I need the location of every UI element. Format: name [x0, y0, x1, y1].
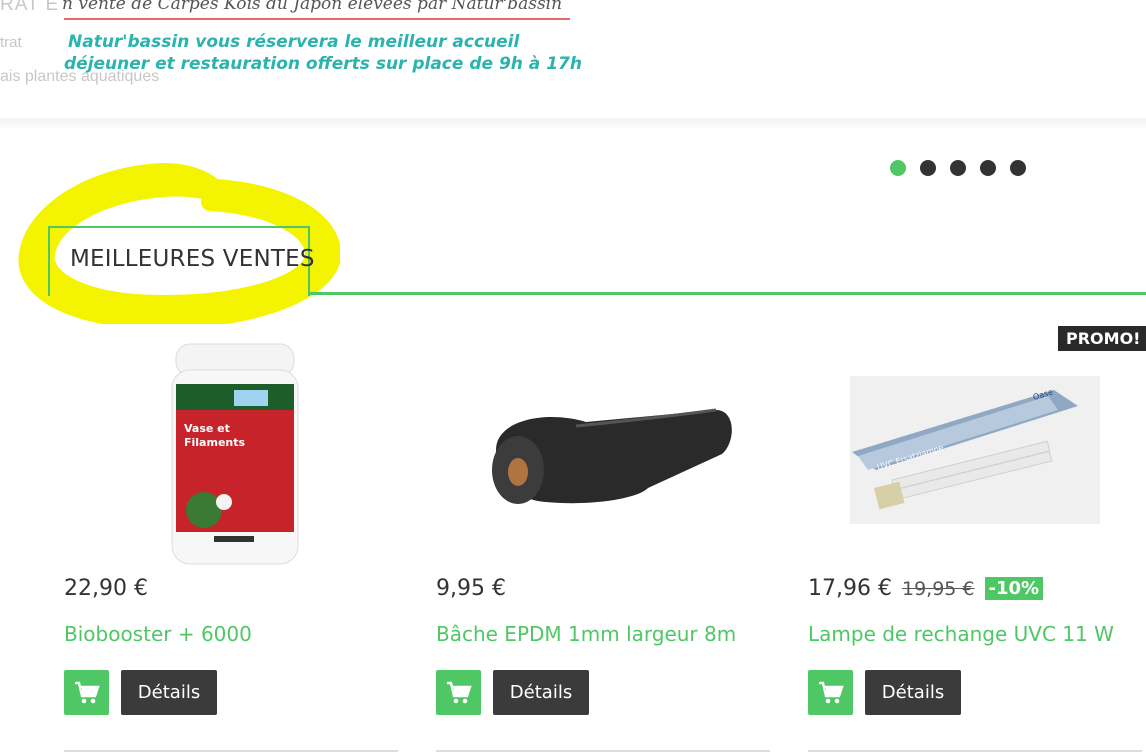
- shopping-cart-icon: [74, 681, 100, 703]
- shopping-cart-icon: [446, 681, 472, 703]
- slider-dot[interactable]: [980, 160, 996, 176]
- product-image-text: Filaments: [184, 436, 245, 449]
- menu-item[interactable]: RAT E: [0, 0, 59, 16]
- menu-item[interactable]: trat: [0, 34, 22, 51]
- product-old-price: 19,95 €: [901, 577, 975, 600]
- product-name-link[interactable]: Bâche EPDM 1mm largeur 8m: [436, 622, 736, 646]
- slider-pagination: [890, 160, 1026, 176]
- shopping-cart-icon: [818, 681, 844, 703]
- banner-text: déjeuner et restauration offerts sur pla…: [64, 54, 582, 74]
- details-button[interactable]: Détails: [865, 670, 961, 715]
- product-price: 17,96 €: [808, 576, 892, 601]
- product-image[interactable]: Vase et Filaments: [64, 330, 404, 570]
- slider-dot[interactable]: [890, 160, 906, 176]
- card-divider: [436, 750, 770, 752]
- product-name-link[interactable]: Biobooster + 6000: [64, 622, 252, 646]
- price-row: 9,95 €: [436, 576, 506, 601]
- add-to-cart-button[interactable]: [436, 670, 481, 715]
- slider-dot[interactable]: [1010, 160, 1026, 176]
- card-divider: [64, 750, 398, 752]
- section-underline: [310, 292, 1146, 295]
- slider-dot[interactable]: [920, 160, 936, 176]
- price-row: 22,90 €: [64, 576, 148, 601]
- product-card: Vase et Filaments 22,90 € Biobooster + 6…: [64, 330, 404, 756]
- add-to-cart-button[interactable]: [64, 670, 109, 715]
- banner-headline: n vente de Carpes Koïs du Japon élevées …: [62, 0, 563, 14]
- product-name-link[interactable]: Lampe de rechange UVC 11 W: [808, 622, 1114, 646]
- section-title: MEILLEURES VENTES: [70, 246, 315, 272]
- product-image[interactable]: UVC Ersatzlampe Oase: [808, 330, 1146, 570]
- product-price: 22,90 €: [64, 576, 148, 601]
- product-image[interactable]: [436, 330, 776, 570]
- banner-text: Natur'bassin vous réservera le meilleur …: [68, 32, 520, 52]
- discount-badge: -10%: [984, 577, 1044, 600]
- product-image-text: Vase et: [184, 422, 230, 435]
- product-card: UVC Ersatzlampe Oase 17,96 € 19,95 € -10…: [808, 330, 1146, 756]
- details-button[interactable]: Détails: [493, 670, 589, 715]
- banner-divider: [64, 18, 570, 20]
- top-banner: RAT E trat ais plantes aquatiques n vent…: [0, 0, 1146, 128]
- details-button[interactable]: Détails: [121, 670, 217, 715]
- slider-dot[interactable]: [950, 160, 966, 176]
- product-card: 9,95 € Bâche EPDM 1mm largeur 8m Détails: [436, 330, 776, 756]
- banner-shadow: [0, 118, 1146, 128]
- price-row: 17,96 € 19,95 € -10%: [808, 576, 1044, 601]
- product-price: 9,95 €: [436, 576, 506, 601]
- add-to-cart-button[interactable]: [808, 670, 853, 715]
- card-divider: [808, 750, 1142, 752]
